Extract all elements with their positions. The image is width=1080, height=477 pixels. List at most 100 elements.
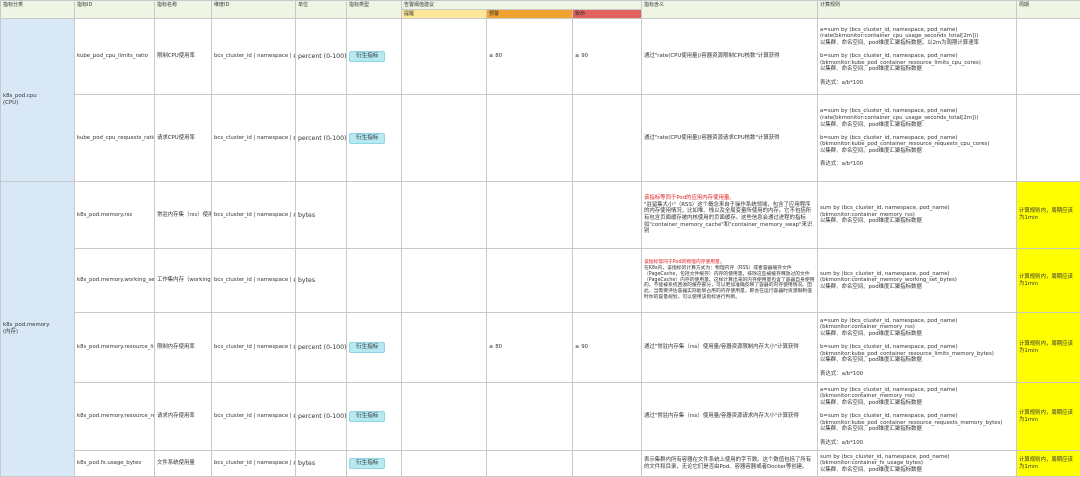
- unit: bytes: [296, 451, 347, 477]
- header-calc-rule: 计算规则: [818, 1, 1017, 19]
- threshold-warn: [487, 95, 573, 182]
- threshold-fatal: [573, 182, 642, 249]
- dimension-id: bcs_cluster_id | namespace | pod_name: [212, 182, 296, 249]
- unit: percent (0-100): [296, 383, 347, 451]
- metric-id: k8s_pod.memory.rss: [75, 182, 155, 249]
- metric-id: kube_pod_cpu_limits_ratio: [75, 19, 155, 95]
- threshold-warn: [487, 383, 573, 451]
- metric-type-badge: 衍生指标: [349, 51, 385, 62]
- header-row: 指标分类 指标ID 指标名称 维度ID 单位 指标类型 告警阈值建议 指标含义 …: [1, 1, 1080, 10]
- metric-type-badge: 衍生指标: [349, 342, 385, 353]
- metric-name: 文件系统使用量: [155, 451, 212, 477]
- group-name: k8s_pod.memory: [3, 322, 72, 329]
- meaning: 通过"常驻内存集（rss）使用量/容器资源请求内存大小"计算获得: [642, 383, 818, 451]
- dimension-id: bcs_cluster_id | namespace | pod_name: [212, 19, 296, 95]
- threshold-remind: [402, 313, 487, 383]
- meaning: 该指标等同于Pod的应用内存使用量。 "驻留集大小"（RSS）这个概念来自于操作…: [642, 182, 818, 249]
- calc-rule: a=sum by (bcs_cluster_id, namespace, pod…: [818, 95, 1017, 182]
- table-row: k8s_pod.cpu (CPU) kube_pod_cpu_limits_ra…: [1, 19, 1080, 95]
- group-name: k8s_pod.cpu: [3, 93, 72, 100]
- meaning-text: "驻留集大小"（RSS）这个概念来自于操作系统领域，包含了应用程序的内存使用情况…: [644, 202, 812, 234]
- threshold-warn: ≥ 80: [487, 313, 573, 383]
- period: 计算规则内，周期应该为1min: [1017, 182, 1080, 249]
- metric-type-cell: 衍生指标: [347, 383, 402, 451]
- metrics-table: 指标分类 指标ID 指标名称 维度ID 单位 指标类型 告警阈值建议 指标含义 …: [0, 0, 1080, 477]
- group-sub: (CPU): [3, 100, 72, 107]
- header-metric-name: 指标名称: [155, 1, 212, 19]
- header-period: 周期: [1017, 1, 1080, 19]
- calc-rule: sum by (bcs_cluster_id, namespace, pod_n…: [818, 249, 1017, 313]
- meaning-text: 在K8s内，该指标的计算方式为：物理内存（RSS）或者容器缓存文件（PageCa…: [644, 266, 814, 300]
- threshold-remind: [402, 249, 487, 313]
- header-unit: 单位: [296, 1, 347, 19]
- period: 计算规则内，周期应该为1min: [1017, 249, 1080, 313]
- period: [1017, 19, 1080, 95]
- threshold-fatal: [573, 95, 642, 182]
- unit: percent (0-100): [296, 95, 347, 182]
- dimension-id: bcs_cluster_id | namespace | pod_name: [212, 451, 296, 477]
- calc-rule: sum by (bcs_cluster_id, namespace, pod_n…: [818, 182, 1017, 249]
- metric-name: 限制CPU使用率: [155, 19, 212, 95]
- threshold-fatal: [573, 451, 642, 477]
- header-group: 指标分类: [1, 1, 75, 19]
- metric-type-badge: 衍生指标: [349, 133, 385, 144]
- unit: bytes: [296, 182, 347, 249]
- metric-name: 工作集内存（working_set）使用量: [155, 249, 212, 313]
- dimension-id: bcs_cluster_id | namespace | pod_name: [212, 313, 296, 383]
- header-remind: 提醒: [402, 10, 487, 19]
- metric-name: 请求CPU使用率: [155, 95, 212, 182]
- threshold-warn: [487, 182, 573, 249]
- dimension-id: bcs_cluster_id | namespace | pod_name: [212, 95, 296, 182]
- header-threshold: 告警阈值建议: [402, 1, 642, 10]
- meaning-highlight: 该指标等同于Pod的物理内存使用量。: [644, 260, 725, 265]
- metric-id: kube_pod_cpu_requests_ratio: [75, 95, 155, 182]
- period: 计算规则内，周期应该为1min: [1017, 451, 1080, 477]
- dimension-id: bcs_cluster_id | namespace | pod_name: [212, 249, 296, 313]
- group-cell-cpu: k8s_pod.cpu (CPU): [1, 19, 75, 182]
- header-metric-id: 指标ID: [75, 1, 155, 19]
- threshold-remind: [402, 19, 487, 95]
- threshold-fatal: ≥ 90: [573, 313, 642, 383]
- unit: percent (0-100): [296, 313, 347, 383]
- metric-id: k8s_pod.memory.working_set_bytes: [75, 249, 155, 313]
- header-meaning: 指标含义: [642, 1, 818, 19]
- meaning: 通过"rate(CPU使用量)/容器资源限制CPU核数"计算获得: [642, 19, 818, 95]
- calc-rule: a=sum by (bcs_cluster_id, namespace, pod…: [818, 19, 1017, 95]
- unit: bytes: [296, 249, 347, 313]
- header-warn: 预警: [487, 10, 573, 19]
- metric-type-cell: 衍生指标: [347, 451, 402, 477]
- meaning: 通过"常驻内存集（rss）使用量/容器资源限制内存大小"计算获得: [642, 313, 818, 383]
- meaning-highlight: 该指标等同于Pod的应用内存使用量。: [644, 195, 735, 201]
- threshold-warn: [487, 451, 573, 477]
- table-row: k8s_pod.memory.resource_limits_ratio 限制内…: [1, 313, 1080, 383]
- group-sub: (内存): [3, 329, 72, 336]
- threshold-remind: [402, 383, 487, 451]
- metric-name: 请求内存使用率: [155, 383, 212, 451]
- header-dimension-id: 维度ID: [212, 1, 296, 19]
- meaning: 该指标等同于Pod的物理内存使用量。 在K8s内，该指标的计算方式为：物理内存（…: [642, 249, 818, 313]
- meaning: 表示集群内所有容器在文件系统上使用的字节数。这个数值包括了所有的文件和目录，无论…: [642, 451, 818, 477]
- threshold-remind: [402, 451, 487, 477]
- table-row: kube_pod_cpu_requests_ratio 请求CPU使用率 bcs…: [1, 95, 1080, 182]
- metric-type-badge: 衍生指标: [349, 458, 385, 469]
- table-row: k8s_pod.fs.usage_bytes 文件系统使用量 bcs_clust…: [1, 451, 1080, 477]
- header-fatal: 致命: [573, 10, 642, 19]
- header-metric-type: 指标类型: [347, 1, 402, 19]
- threshold-remind: [402, 95, 487, 182]
- period: [1017, 95, 1080, 182]
- metric-name: 限制内存使用率: [155, 313, 212, 383]
- metric-type-cell: 衍生指标: [347, 19, 402, 95]
- group-cell-memory: k8s_pod.memory (内存): [1, 182, 75, 477]
- calc-rule: a=sum by (bcs_cluster_id, namespace, pod…: [818, 383, 1017, 451]
- threshold-warn: [487, 249, 573, 313]
- table-row: k8s_pod.memory (内存) k8s_pod.memory.rss 常…: [1, 182, 1080, 249]
- threshold-fatal: [573, 249, 642, 313]
- metric-id: k8s_pod.memory.resource_limits_ratio: [75, 313, 155, 383]
- period: 计算规则内，周期应该为1min: [1017, 383, 1080, 451]
- dimension-id: bcs_cluster_id | namespace | pod_name: [212, 383, 296, 451]
- metric-type-cell: [347, 182, 402, 249]
- metric-id: k8s_pod.fs.usage_bytes: [75, 451, 155, 477]
- metric-type-cell: 衍生指标: [347, 313, 402, 383]
- metric-type-cell: 衍生指标: [347, 95, 402, 182]
- metric-name: 常驻内存集（rss）使用量: [155, 182, 212, 249]
